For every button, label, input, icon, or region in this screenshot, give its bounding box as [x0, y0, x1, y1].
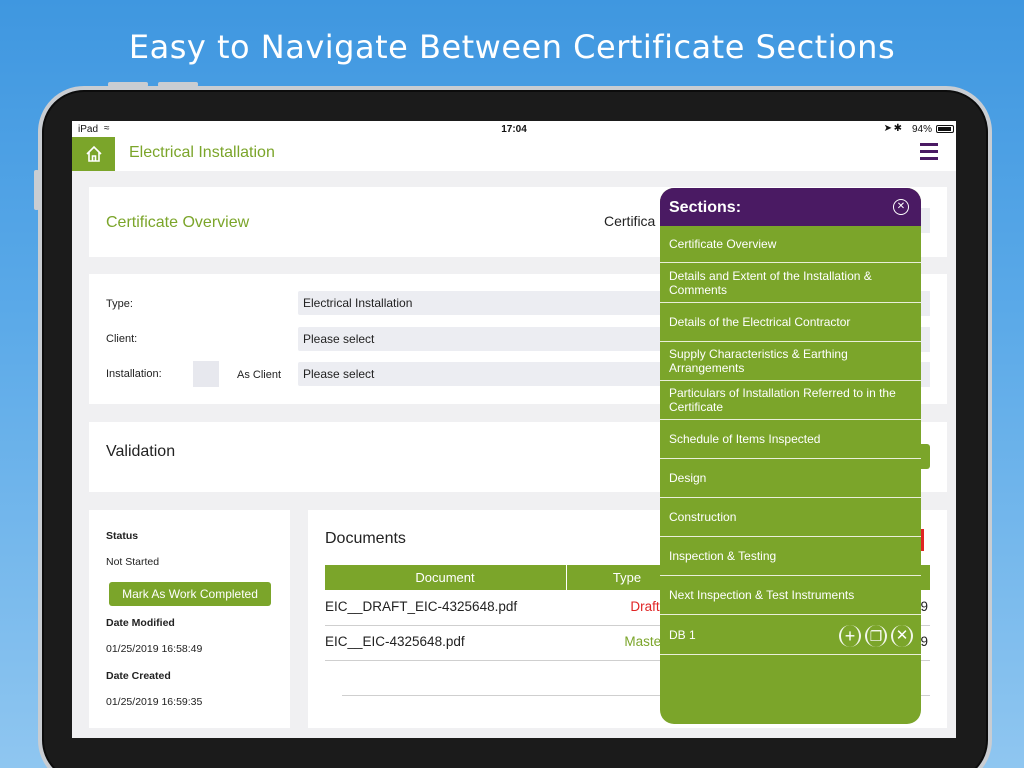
documents-title: Documents — [325, 530, 406, 547]
section-item-supply-characteristics[interactable]: Supply Characteristics & Earthing Arrang… — [660, 342, 921, 381]
client-dropdown-edge — [921, 327, 930, 352]
as-client-label: As Client — [237, 369, 282, 381]
location-icon: ➤ — [883, 123, 892, 134]
ipad-screen: iPad ≈ 17:04 ➤ ✱ 94% Electrical Installa… — [72, 121, 956, 738]
sections-header: Sections: ✕ — [660, 188, 921, 226]
section-item-design[interactable]: Design — [660, 459, 921, 498]
status-value: Not Started — [106, 556, 160, 568]
installation-label: Installation: — [106, 368, 162, 380]
type-field[interactable]: Electrical Installation — [298, 291, 678, 315]
installation-select[interactable]: Please select — [298, 362, 678, 386]
section-item-particulars[interactable]: Particulars of Installation Referred to … — [660, 381, 921, 420]
validation-title: Validation — [106, 443, 176, 460]
section-item-schedule-inspected[interactable]: Schedule of Items Inspected — [660, 420, 921, 459]
db-actions: + ❐ ✕ — [839, 625, 913, 647]
client-label: Client: — [106, 333, 138, 345]
date-modified-label: Date Modified — [106, 617, 175, 629]
validate-button-edge[interactable] — [921, 444, 930, 469]
close-circle-icon[interactable]: ✕ — [893, 199, 909, 215]
section-item-certificate-overview[interactable]: Certificate Overview — [660, 226, 921, 263]
client-select[interactable]: Please select — [298, 327, 678, 351]
device-top-button — [108, 82, 148, 87]
status-label: Status — [106, 530, 139, 542]
home-button[interactable] — [72, 137, 115, 171]
installation-as-client-checkbox[interactable] — [193, 361, 219, 387]
nav-title: Electrical Installation — [129, 144, 275, 161]
certificate-dropdown-edge — [921, 208, 930, 233]
document-tail: 9 — [920, 599, 928, 614]
column-header-document: Document — [415, 570, 475, 585]
type-dropdown-edge — [921, 291, 930, 316]
section-item-next-inspection[interactable]: Next Inspection & Test Instruments — [660, 576, 921, 615]
bluetooth-icon: ✱ — [893, 123, 902, 134]
sections-title: Sections: — [669, 199, 742, 216]
section-item-db-1[interactable]: DB 1 + ❐ ✕ — [660, 615, 921, 655]
headline: Easy to Navigate Between Certificate Sec… — [128, 28, 896, 66]
mark-work-completed-button[interactable]: Mark As Work Completed — [109, 582, 271, 606]
document-name[interactable]: EIC__DRAFT_EIC-4325648.pdf — [325, 599, 517, 614]
section-item-inspection-testing[interactable]: Inspection & Testing — [660, 537, 921, 576]
installation-dropdown-edge — [921, 362, 930, 387]
section-item-details-extent[interactable]: Details and Extent of the Installation &… — [660, 263, 921, 303]
certificate-label: Certifica — [604, 213, 656, 229]
sections-panel: Sections: ✕ Certificate Overview Details… — [660, 188, 921, 724]
section-item-construction[interactable]: Construction — [660, 498, 921, 537]
battery-icon — [936, 125, 954, 133]
copy-icon[interactable]: ❐ — [865, 625, 887, 647]
home-icon — [85, 145, 102, 162]
date-created-value: 01/25/2019 16:59:35 — [106, 696, 203, 708]
date-created-label: Date Created — [106, 670, 171, 682]
nav-bar: Electrical Installation — [72, 137, 956, 171]
section-item-electrical-contractor[interactable]: Details of the Electrical Contractor — [660, 303, 921, 342]
battery-percent: 94% — [911, 124, 932, 135]
document-name[interactable]: EIC__EIC-4325648.pdf — [325, 634, 465, 649]
db-label: DB 1 — [669, 627, 696, 642]
date-modified-value: 01/25/2019 16:58:49 — [106, 643, 203, 655]
device-side-button — [34, 170, 39, 210]
hamburger-menu-icon[interactable] — [920, 143, 938, 161]
delete-button-edge[interactable] — [921, 529, 924, 551]
overview-title: Certificate Overview — [106, 214, 250, 231]
delete-icon[interactable]: ✕ — [891, 625, 913, 647]
type-label: Type: — [106, 298, 133, 310]
status-bar: iPad ≈ 17:04 ➤ ✱ 94% — [72, 121, 956, 137]
document-tail: 9 — [920, 634, 928, 649]
device-top-button — [158, 82, 198, 87]
status-card: Status Not Started Mark As Work Complete… — [89, 510, 290, 728]
clock: 17:04 — [501, 124, 527, 135]
add-icon[interactable]: + — [839, 625, 861, 647]
